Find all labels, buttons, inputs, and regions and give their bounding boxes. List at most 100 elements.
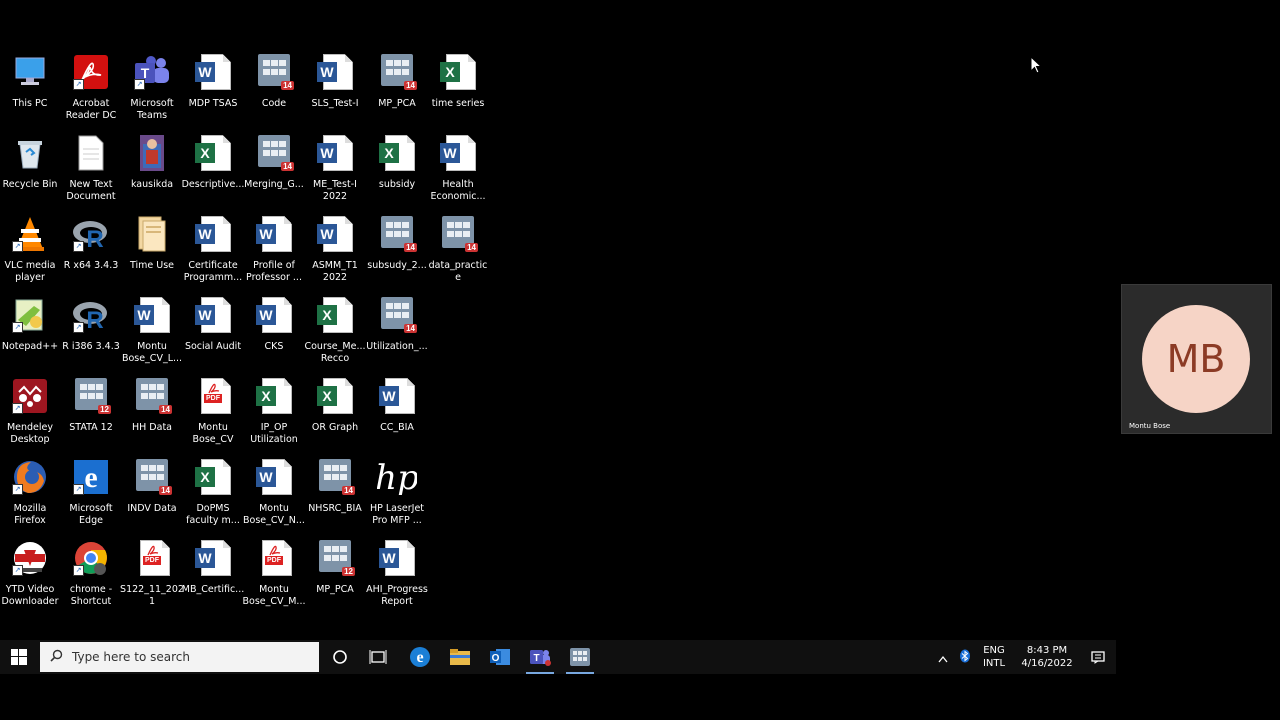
desktop-icon-data-practice[interactable]: 14 data_practice — [428, 214, 488, 292]
desktop-icon-ahi-progress[interactable]: W AHI_Progress Report — [366, 538, 428, 616]
desktop-icon-utilization[interactable]: 14 Utilization_... — [366, 295, 428, 373]
desktop-icon-course-me[interactable]: X Course_Me... Recco — [304, 295, 366, 373]
desktop-icon-time-series[interactable]: Xtime series — [428, 52, 488, 130]
desktop-icon-r-x64[interactable]: R ↗ R x64 3.4.3 — [61, 214, 121, 292]
desktop-icon-cks[interactable]: W CKS — [244, 295, 304, 373]
desktop-icon-mp-pca-1[interactable]: 14 MP_PCA — [367, 52, 427, 130]
svg-text:hp: hp — [377, 459, 417, 495]
firefox-icon: ↗ — [10, 457, 50, 497]
taskbar: Type here to search e O T ENG INTL 8:43 … — [0, 640, 1116, 674]
desktop-icon-health-econ[interactable]: W Health Economic... — [428, 133, 488, 211]
keyboard-layout: INTL — [982, 658, 1006, 669]
desktop-icon-label: This PC — [12, 98, 48, 109]
desktop-icon-new-text[interactable]: New Text Document — [61, 133, 121, 211]
desktop-icon-label: R x64 3.4.3 — [63, 260, 119, 271]
desktop-icon-label: Descriptive... — [181, 179, 245, 190]
desktop-icon-sls-test[interactable]: W SLS_Test-I — [305, 52, 365, 130]
shortcut-arrow-icon: ↗ — [73, 322, 84, 333]
desktop-icon-s122[interactable]: PDF S122_11_2021 — [120, 538, 184, 616]
desktop-icon-label: Time Use — [129, 260, 175, 271]
desktop-icon-notepadpp[interactable]: ↗ Notepad++ — [0, 295, 60, 373]
desktop-icon-dopms[interactable]: X DoPMS faculty m... — [183, 457, 243, 535]
desktop-icon-ytd[interactable]: ↗ YTD Video Downloader — [0, 538, 60, 616]
hp-icon: hp — [377, 457, 417, 497]
notepad-icon: ↗ — [10, 295, 50, 335]
desktop-icon-label: ASMM_T1 2022 — [312, 260, 358, 283]
stata-version-badge: 14 — [404, 243, 417, 252]
desktop-icon-label: MP_PCA — [316, 584, 354, 595]
stata-version-badge: 14 — [404, 81, 417, 90]
desktop-icon-label: Montu Bose_CV_L... — [121, 341, 183, 364]
action-center-button[interactable] — [1080, 650, 1116, 664]
start-button[interactable] — [0, 640, 38, 674]
desktop-icon-ip-op[interactable]: X IP_OP Utilization — [244, 376, 304, 454]
language-code: ENG — [983, 645, 1005, 656]
language-indicator[interactable]: ENG INTL — [976, 644, 1012, 670]
taskbar-outlook[interactable]: O — [480, 640, 520, 674]
desktop-icon-label: Utilization_... — [366, 341, 428, 352]
meeting-participant-tile[interactable]: MB Montu Bose — [1121, 284, 1272, 434]
word-document-icon: W — [193, 214, 233, 254]
taskbar-teams[interactable]: T — [520, 640, 560, 674]
desktop-icon-montu-cv-pdf[interactable]: PDF Montu Bose_CV — [183, 376, 243, 454]
desktop-icon-time-use[interactable]: Time Use — [122, 214, 182, 292]
desktop-icon-descriptive[interactable]: X Descriptive... — [181, 133, 245, 211]
svg-text:O: O — [492, 653, 500, 664]
desktop-icon-code[interactable]: 14 Code — [244, 52, 304, 130]
desktop-icon-social-audit[interactable]: W Social Audit — [183, 295, 243, 373]
desktop-icon-this-pc[interactable]: This PC — [0, 52, 60, 130]
desktop-icon-r-i386[interactable]: R ↗ R i386 3.4.3 — [61, 295, 121, 373]
desktop-icon-stata12[interactable]: 12 STATA 12 — [61, 376, 121, 454]
desktop-icon-me-test[interactable]: W ME_Test-I 2022 — [305, 133, 365, 211]
vlc-icon: ↗ — [10, 214, 50, 254]
cortana-button[interactable] — [320, 640, 360, 674]
taskbar-edge[interactable]: e — [400, 640, 440, 674]
desktop-icon-label: DoPMS faculty m... — [186, 503, 240, 526]
desktop-icon-label: Mendeley Desktop — [6, 422, 54, 445]
desktop-icon-hp-laserjet[interactable]: hp HP LaserJet Pro MFP ... — [367, 457, 427, 535]
teams-icon: T ↗ — [132, 52, 172, 92]
desktop-icon-subsidy[interactable]: Xsubsidy — [367, 133, 427, 211]
ytd-icon: ↗ — [10, 538, 50, 578]
taskbar-search-box[interactable]: Type here to search — [40, 642, 319, 672]
desktop-icon-montu-cv-l[interactable]: W Montu Bose_CV_L... — [122, 295, 182, 373]
desktop-icon-firefox[interactable]: ↗ Mozilla Firefox — [0, 457, 60, 535]
task-view-button[interactable] — [358, 640, 398, 674]
desktop-icon-chrome[interactable]: ↗ chrome - Shortcut — [61, 538, 121, 616]
desktop-icon-label: Montu Bose_CV_N... — [243, 503, 305, 526]
desktop-icon-edge[interactable]: e ↗ Microsoft Edge — [61, 457, 121, 535]
desktop-icon-or-graph[interactable]: X OR Graph — [305, 376, 365, 454]
desktop-icon-montu-cv-n[interactable]: W Montu Bose_CV_N... — [243, 457, 305, 535]
desktop-icon-hh-data[interactable]: 14 HH Data — [122, 376, 182, 454]
desktop-icon-merging[interactable]: 14 Merging_G... — [244, 133, 304, 211]
desktop-icon-nhsrc-bia[interactable]: 14 NHSRC_BIA — [305, 457, 365, 535]
svg-text:e: e — [416, 649, 423, 666]
show-hidden-icons-button[interactable] — [932, 648, 954, 667]
desktop-icon-subsudy2[interactable]: 14 subsudy_2... — [367, 214, 427, 292]
desktop-icon-cc-bia[interactable]: W CC_BIA — [367, 376, 427, 454]
desktop-icon-kausikda[interactable]: kausikda — [122, 133, 182, 211]
clock[interactable]: 8:43 PM 4/16/2022 — [1014, 644, 1080, 670]
desktop-icon-acrobat[interactable]: ↗ Acrobat Reader DC — [61, 52, 121, 130]
desktop-icon-label: INDV Data — [127, 503, 177, 514]
desktop-icon-mdp-tsas[interactable]: W MDP TSAS — [183, 52, 243, 130]
desktop-icon-profile[interactable]: W Profile of Professor ... — [244, 214, 304, 292]
pdf-document-icon: PDF — [132, 538, 172, 578]
shortcut-arrow-icon: ↗ — [73, 565, 84, 576]
desktop-icon-mp-pca-2[interactable]: 12 MP_PCA — [305, 538, 365, 616]
pdf-document-icon: PDF — [254, 538, 294, 578]
desktop-icon-certificate[interactable]: W Certificate Programm... — [183, 214, 243, 292]
desktop-icon-montu-cv-m[interactable]: PDF Montu Bose_CV_M... — [242, 538, 306, 616]
desktop-icon-teams[interactable]: T ↗ Microsoft Teams — [122, 52, 182, 130]
desktop-icon-mb-certific[interactable]: W MB_Certific... — [182, 538, 244, 616]
taskbar-stata[interactable] — [560, 640, 600, 674]
desktop-icon-vlc[interactable]: ↗ VLC media player — [0, 214, 60, 292]
desktop-icon-asmm[interactable]: W ASMM_T1 2022 — [305, 214, 365, 292]
taskbar-file-explorer[interactable] — [440, 640, 480, 674]
desktop-icon-recycle-bin[interactable]: Recycle Bin — [0, 133, 60, 211]
desktop-icon-mendeley[interactable]: ↗ Mendeley Desktop — [0, 376, 60, 454]
bluetooth-tray-button[interactable] — [954, 648, 976, 667]
r-icon: R ↗ — [71, 295, 111, 335]
excel-document-icon: X — [315, 376, 355, 416]
desktop-icon-indv-data[interactable]: 14 INDV Data — [122, 457, 182, 535]
